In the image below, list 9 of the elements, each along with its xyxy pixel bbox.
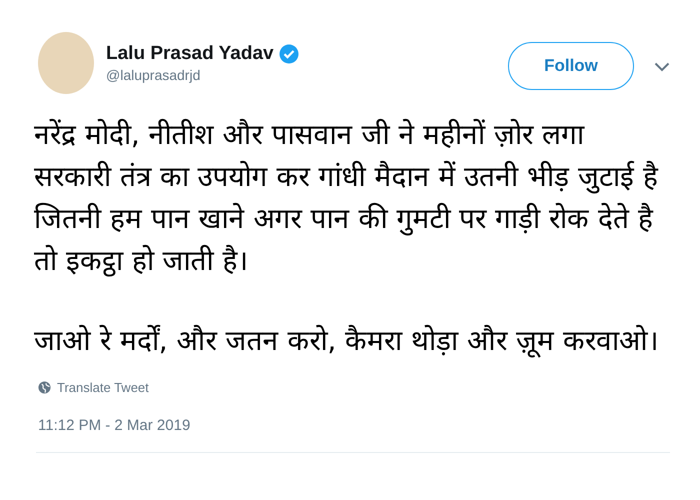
translate-link[interactable]: Translate Tweet [57, 380, 149, 395]
author-handle[interactable]: @laluprasadrjd [106, 67, 508, 83]
tweet-text: नरेंद्र मोदी, नीतीश और पासवान जी ने महीनों ज़ोर लगा सरकारी तंत्र का उपयोग कर गांधी मैदान में उतनी भीड़ जुटाई है जितनी हम पान खाने अगर पान की गुमटी पर गाड़ी रोक देते है तो इकट्ठा हो जाती है। [34, 117, 660, 279]
globe-icon[interactable] [38, 381, 51, 394]
tweet-timestamp[interactable]: 11:12 PM - 2 Mar 2019 [38, 417, 670, 434]
author-name[interactable]: Lalu Prasad Yadav [106, 43, 274, 65]
tweet-text: जाओ रे मर्दों, और जतन करो, कैमरा थोड़ा और ज़ूम करवाओ। [34, 323, 660, 360]
chevron-down-icon[interactable] [654, 62, 670, 72]
follow-button[interactable]: Follow [508, 42, 634, 90]
